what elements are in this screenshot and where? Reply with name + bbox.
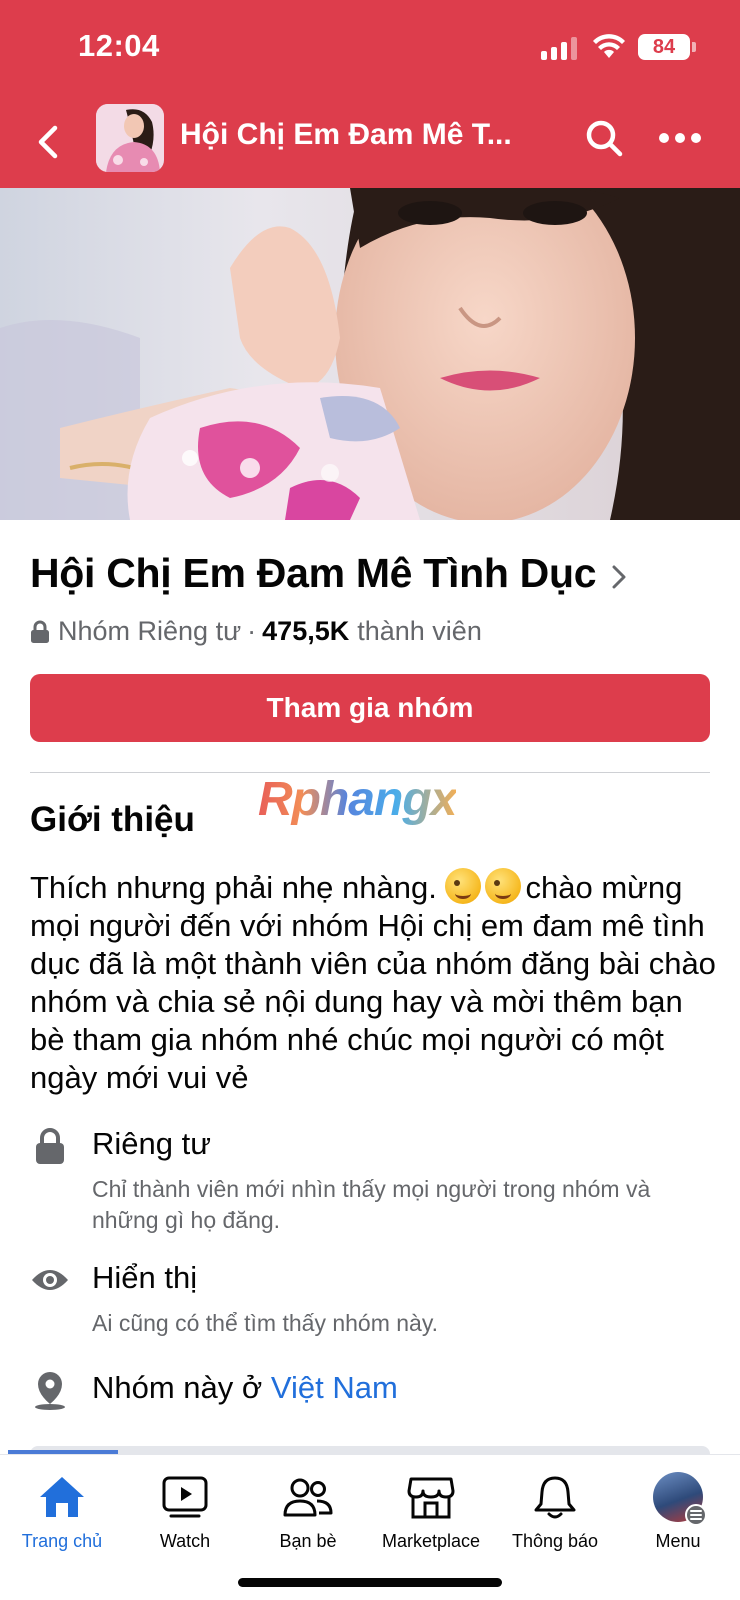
bell-icon — [527, 1469, 583, 1525]
group-name[interactable]: Hội Chị Em Đam Mê Tình Dục — [30, 550, 597, 597]
menu-avatar-wrap — [650, 1469, 707, 1526]
group-cover-photo[interactable] — [0, 188, 740, 520]
meta-separator: · — [247, 616, 257, 646]
back-button[interactable] — [28, 118, 68, 166]
wink-emoji-icon — [445, 868, 482, 904]
lock-icon — [31, 620, 49, 643]
battery-level: 84 — [652, 35, 676, 58]
status-time: 12:04 — [78, 28, 160, 63]
chevron-right-icon — [612, 565, 626, 588]
location-pin-icon — [30, 1370, 70, 1410]
more-horizontal-icon — [659, 133, 701, 143]
nav-title: Hội Chị Em Đam Mê T... — [180, 118, 512, 151]
group-name-row[interactable]: Hội Chị Em Đam Mê Tình Dục — [30, 550, 626, 597]
wifi-icon — [592, 34, 626, 65]
tab-menu[interactable]: Menu — [616, 1455, 740, 1555]
join-group-button[interactable]: Tham gia nhóm — [30, 674, 710, 742]
search-button[interactable] — [580, 114, 628, 162]
tab-marketplace-label: Marketplace — [381, 1531, 481, 1551]
member-label[interactable]: thành viên — [357, 616, 482, 647]
location-link[interactable]: Việt Nam — [271, 1370, 398, 1405]
watermark-logo: Rphangx — [258, 773, 457, 826]
tab-notifications-label: Thông báo — [511, 1531, 599, 1551]
tab-home[interactable]: Trang chủ — [0, 1455, 124, 1555]
avatar — [653, 1472, 707, 1526]
menu-lines-icon — [685, 1504, 707, 1526]
description-start: Thích nhưng phải nhẹ nhàng. — [30, 870, 437, 905]
tab-watch-label: Watch — [159, 1531, 211, 1551]
group-meta: Nhóm Riêng tư · 475,5K thành viên — [30, 616, 482, 647]
wink-emoji-icon — [485, 868, 522, 904]
about-description: Thích nhưng phải nhẹ nhàng. chào mừng mọ… — [30, 868, 720, 1097]
more-options-button[interactable] — [654, 114, 706, 162]
status-bar: 12:04 84 — [0, 0, 740, 96]
chevron-left-icon — [38, 125, 58, 159]
friends-icon — [280, 1469, 336, 1525]
tab-friends-label: Bạn bè — [279, 1531, 337, 1551]
lock-icon — [30, 1126, 70, 1166]
tab-home-label: Trang chủ — [21, 1531, 103, 1551]
tab-friends[interactable]: Bạn bè — [246, 1455, 370, 1555]
watch-icon — [157, 1469, 213, 1525]
visibility-title: Hiển thị — [92, 1260, 198, 1295]
visibility-desc: Ai cũng có thể tìm thấy nhóm này. — [92, 1310, 439, 1336]
home-icon — [34, 1469, 90, 1525]
tab-notifications[interactable]: Thông báo — [493, 1455, 617, 1555]
group-avatar[interactable] — [96, 104, 164, 172]
home-indicator — [238, 1578, 502, 1587]
location-prefix: Nhóm này ở — [92, 1370, 263, 1405]
tab-marketplace[interactable]: Marketplace — [369, 1455, 493, 1555]
tab-menu-label: Menu — [655, 1531, 701, 1551]
group-privacy: Nhóm Riêng tư — [58, 616, 242, 646]
battery-tip — [692, 42, 696, 52]
marketplace-icon — [403, 1469, 459, 1525]
location-text: Nhóm này ở Việt Nam — [92, 1370, 398, 1406]
privacy-title: Riêng tư — [92, 1126, 211, 1161]
top-nav-bar: Hội Chị Em Đam Mê T... — [0, 96, 740, 188]
search-icon — [586, 120, 623, 157]
eye-icon — [30, 1260, 70, 1300]
tab-watch[interactable]: Watch — [123, 1455, 247, 1555]
cellular-signal-icon — [541, 36, 577, 60]
privacy-desc: Chỉ thành viên mới nhìn thấy mọi người t… — [92, 1176, 651, 1233]
map-preview-peek — [30, 1446, 710, 1454]
cover-image — [0, 188, 740, 520]
about-heading: Giới thiệu — [30, 800, 195, 839]
battery-icon: 84 — [638, 34, 690, 60]
member-count[interactable]: 475,5K — [262, 616, 349, 647]
